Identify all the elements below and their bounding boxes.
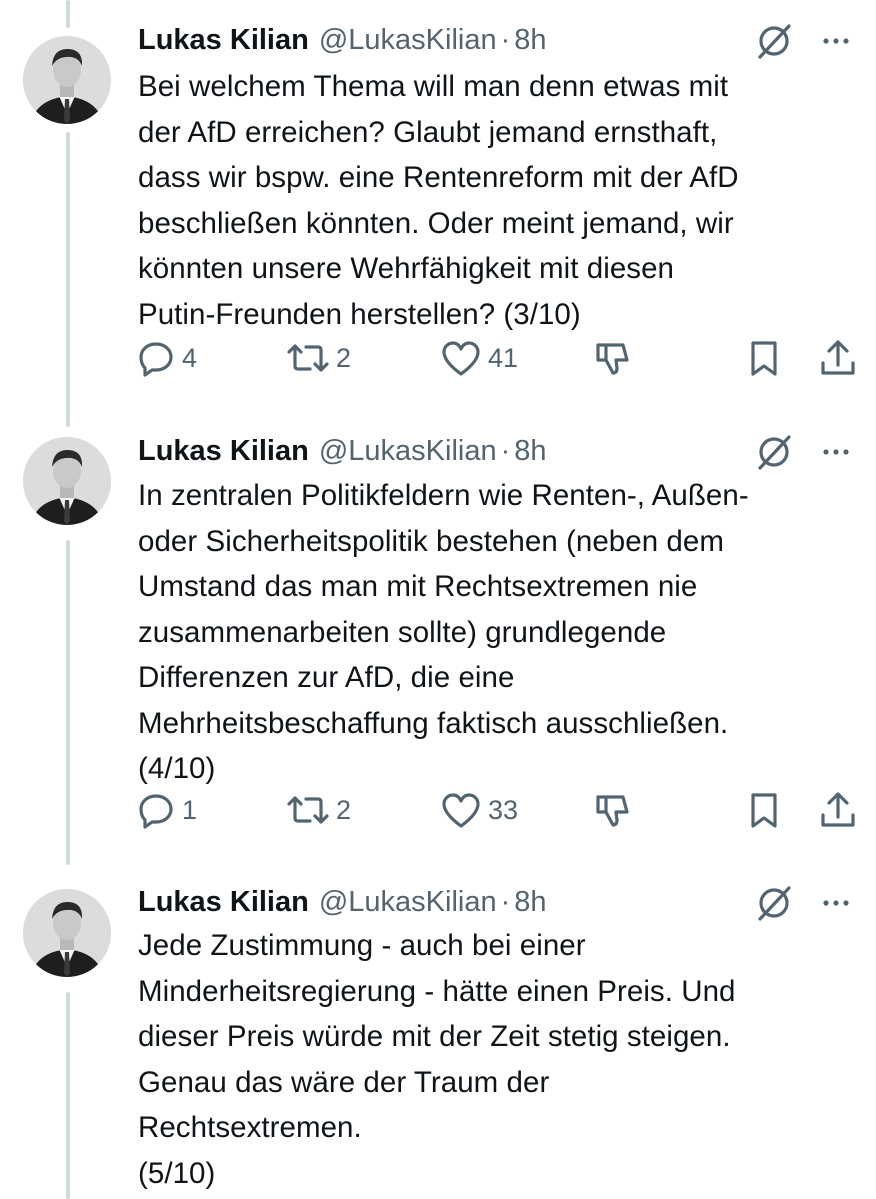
like-count: 41 — [488, 342, 519, 373]
grok-icon[interactable] — [752, 881, 796, 925]
like-icon — [442, 341, 480, 376]
tweet-text-line: dieser Preis würde mit der Zeit stetig s… — [138, 1020, 731, 1053]
tweet-text-line: Rechtsextremen. — [138, 1111, 362, 1144]
tweet-text: In zentralen Politikfeldern wie Renten-,… — [138, 473, 868, 792]
author-handle[interactable]: @LukasKilian — [319, 24, 497, 57]
tweet-text-line: Differenzen zur AfD, die eine — [138, 661, 515, 694]
dislike-icon — [596, 795, 629, 827]
tweet-text-line: zusammenarbeiten sollte) grundlegende — [138, 615, 667, 649]
more-icon[interactable] — [814, 881, 858, 925]
dislike-icon — [596, 343, 629, 375]
tweet-text: Bei welchem Thema will man denn etwas mi… — [138, 64, 868, 337]
repost-count: 2 — [336, 794, 352, 825]
author-name[interactable]: Lukas Kilian — [138, 435, 309, 468]
more-icon[interactable] — [814, 19, 858, 63]
author-handle[interactable]: @LukasKilian — [319, 886, 497, 919]
reply-icon — [139, 794, 173, 829]
share-button[interactable] — [818, 785, 858, 835]
more-icon[interactable] — [814, 430, 858, 474]
reply-count: 4 — [182, 342, 198, 373]
tweet-text-line: Putin-Freunden herstellen? (3/10) — [138, 297, 581, 331]
grok-icon[interactable] — [752, 430, 796, 474]
share-icon — [821, 792, 855, 827]
bookmark-icon — [751, 341, 777, 376]
bookmark-button[interactable] — [746, 333, 782, 383]
like-button[interactable]: 41 — [440, 333, 518, 383]
repost-button[interactable]: 2 — [286, 333, 351, 383]
bookmark-button[interactable] — [746, 785, 782, 835]
reply-button[interactable]: 1 — [136, 785, 197, 835]
tweet-text-line: (5/10) — [138, 1156, 216, 1190]
reply-icon — [139, 342, 173, 377]
share-button[interactable] — [818, 333, 858, 383]
tweet[interactable]: Lukas Kilian @LukasKilian · 8h Jede Zust… — [0, 870, 876, 1199]
repost-count: 2 — [336, 342, 352, 373]
tweet-text-line: Genau das wäre der Traum der — [138, 1065, 550, 1099]
bookmark-icon — [751, 793, 777, 828]
dislike-button[interactable] — [592, 333, 632, 383]
timestamp[interactable]: 8h — [514, 435, 546, 468]
grok-icon[interactable] — [752, 19, 796, 63]
reply-count: 1 — [182, 794, 198, 825]
author-handle[interactable]: @LukasKilian — [319, 435, 497, 468]
avatar[interactable] — [23, 36, 111, 124]
dislike-button[interactable] — [592, 785, 632, 835]
tweet[interactable]: Lukas Kilian @LukasKilian · 8h Bei welch… — [0, 0, 876, 420]
separator: · — [500, 23, 511, 56]
tweet-text-line: Umstand das man mit Rechtsextremen nie — [138, 570, 698, 603]
action-bar: 1 2 33 — [0, 785, 876, 835]
avatar[interactable] — [23, 889, 111, 977]
share-icon — [821, 340, 855, 375]
tweet[interactable]: Lukas Kilian @LukasKilian · 8h In zentra… — [0, 420, 876, 870]
tweet-text-line: der AfD erreichen? Glaubt jemand ernstha… — [138, 115, 718, 149]
tweet-text-line: könnten unsere Wehrfähigkeit mit diesen — [138, 252, 674, 285]
tweet-header: Lukas Kilian @LukasKilian · 8h — [138, 431, 547, 471]
retweet-icon — [287, 344, 329, 372]
action-bar: 4 2 41 — [0, 333, 876, 383]
tweet-text: Jede Zustimmung - auch bei einer Minderh… — [138, 923, 868, 1196]
reply-button[interactable]: 4 — [136, 333, 197, 383]
retweet-icon — [287, 796, 329, 824]
like-icon — [442, 793, 480, 828]
tweet-text-line: In zentralen Politikfeldern wie Renten-,… — [138, 479, 749, 512]
tweet-text-line: beschließen könnten. Oder meint jemand, … — [138, 206, 734, 240]
timestamp[interactable]: 8h — [514, 24, 546, 57]
tweet-text-line: dass wir bspw. eine Rentenreform mit der… — [138, 161, 739, 194]
tweet-header: Lukas Kilian @LukasKilian · 8h — [138, 882, 547, 922]
timestamp[interactable]: 8h — [514, 886, 546, 919]
separator: · — [500, 434, 511, 467]
tweet-text-line: Bei welchem Thema will man denn etwas mi… — [138, 70, 729, 103]
author-name[interactable]: Lukas Kilian — [138, 886, 309, 919]
tweet-text-line: Minderheitsregierung - hätte einen Preis… — [138, 974, 736, 1008]
separator: · — [500, 885, 511, 918]
repost-button[interactable]: 2 — [286, 785, 351, 835]
tweet-header: Lukas Kilian @LukasKilian · 8h — [138, 20, 547, 60]
tweet-text-line: Mehrheitsbeschaffung faktisch ausschließ… — [138, 706, 729, 740]
tweet-text-line: Jede Zustimmung - auch bei einer — [138, 929, 586, 962]
like-count: 33 — [488, 794, 519, 825]
tweet-text-line: oder Sicherheitspolitik bestehen (neben … — [138, 524, 724, 558]
avatar[interactable] — [23, 437, 111, 525]
author-name[interactable]: Lukas Kilian — [138, 24, 309, 57]
like-button[interactable]: 33 — [440, 785, 518, 835]
